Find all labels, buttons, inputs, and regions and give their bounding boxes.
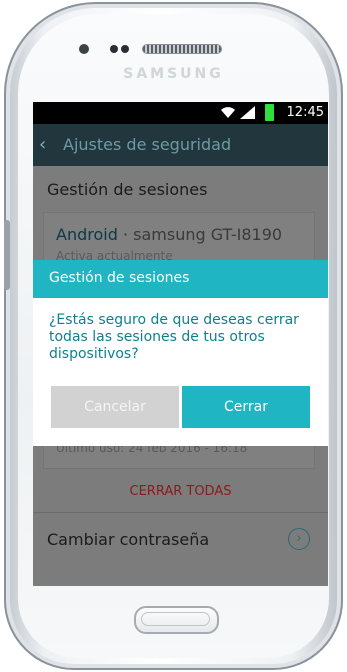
dialog-header: Gestión de sesiones <box>33 260 328 298</box>
chevron-left-icon[interactable]: ‹ <box>39 134 46 155</box>
status-bar: 12:45 <box>33 102 328 124</box>
signal-icon <box>240 106 255 119</box>
status-time: 12:45 <box>286 105 324 120</box>
earpiece-speaker <box>142 44 222 54</box>
session-device-name: Android · samsung GT-I8190 <box>56 225 282 244</box>
home-button[interactable] <box>134 606 219 634</box>
wifi-icon <box>221 107 235 118</box>
brand-logo: SAMSUNG <box>123 66 224 82</box>
change-password-item[interactable]: Cambiar contraseña <box>47 530 209 549</box>
front-camera-icon <box>79 44 89 54</box>
volume-key <box>4 220 10 290</box>
page-title: Ajustes de seguridad <box>63 135 232 154</box>
action-bar: ‹ Ajustes de seguridad <box>33 124 328 166</box>
session-device-model: samsung GT-I8190 <box>133 225 283 244</box>
battery-icon <box>265 104 274 121</box>
home-button-inner <box>141 612 210 626</box>
dialog-title: Gestión de sesiones <box>49 270 190 286</box>
divider <box>33 512 328 513</box>
confirm-dialog: Gestión de sesiones ¿Estás seguro de que… <box>33 260 328 446</box>
sessions-header: Gestión de sesiones <box>47 180 208 199</box>
session-device-separator: · <box>122 225 129 244</box>
dialog-message: ¿Estás seguro de que deseas cerrar todas… <box>49 312 299 362</box>
confirm-close-button[interactable]: Cerrar <box>182 386 310 428</box>
chevron-right-circle-icon[interactable]: › <box>288 528 310 550</box>
close-all-button[interactable]: CERRAR TODAS <box>33 484 328 499</box>
cancel-button[interactable]: Cancelar <box>51 386 179 428</box>
phone-screen: 12:45 ‹ Ajustes de seguridad Gestión de … <box>33 102 328 586</box>
proximity-sensor-icon <box>110 45 118 53</box>
session-device-os: Android <box>56 225 118 244</box>
light-sensor-icon <box>121 45 129 53</box>
